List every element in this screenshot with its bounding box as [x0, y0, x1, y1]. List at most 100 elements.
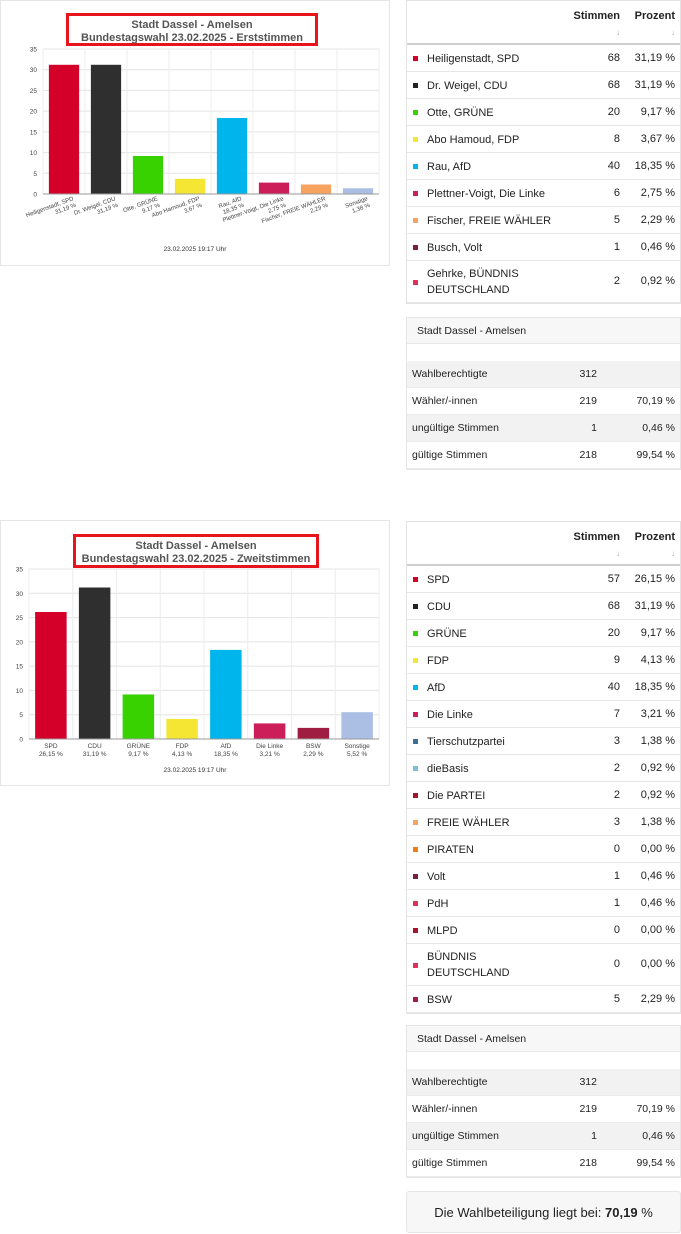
summary-body: Wahlberechtigte 312 Wähler/-innen 219 70,19 …	[407, 361, 680, 469]
y-tick-label: 15	[30, 129, 38, 136]
vote-percent: 2,29 %	[640, 992, 675, 1005]
y-tick-label: 0	[33, 192, 37, 199]
table-row: BSW 5 2,29 %	[407, 986, 680, 1013]
table-row: MLPD 0 0,00 %	[407, 917, 680, 944]
vote-count: 0	[613, 842, 620, 855]
x-category-name: SPD	[44, 743, 58, 750]
summary-row: ungültige Stimmen 1 0,46 %	[407, 415, 680, 442]
summary-percent: 0,46 %	[642, 422, 675, 434]
erststimmen-summary-card: Stadt Dassel - Amelsen Wahlberechtigte 31…	[406, 317, 681, 470]
sort-arrow-icon[interactable]: ↓	[574, 549, 620, 558]
turnout-banner: Die Wahlbeteiligung liegt bei: 70,19 %	[406, 1191, 681, 1233]
table-header: Stimmen ↓ Prozent ↓	[407, 522, 680, 566]
bar	[258, 182, 290, 194]
vote-percent: 0,00 %	[640, 842, 675, 855]
turnout-value: 70,19	[605, 1205, 638, 1220]
party-name: Busch, Volt	[427, 241, 483, 254]
party-name: Dr. Weigel, CDU	[427, 79, 508, 92]
column-header-prozent[interactable]: Prozent ↓	[635, 531, 675, 558]
vote-count: 2	[613, 275, 620, 287]
x-category-name: AfD	[220, 743, 231, 750]
party-color-swatch	[413, 164, 418, 169]
table-row: CDU 68 31,19 %	[407, 593, 680, 620]
bar	[122, 694, 155, 739]
vote-count: 20	[607, 105, 620, 118]
vote-percent: 0,46 %	[640, 240, 675, 253]
erststimmen-chart-card: 0 5 10 15 20 25 30 35 Heiligenstadt, SPD31,19 % D…	[0, 0, 390, 266]
y-tick-label: 35	[16, 567, 24, 574]
sort-arrow-icon[interactable]: ↓	[635, 549, 675, 558]
summary-label: Wahlberechtigte	[412, 368, 488, 380]
vote-percent: 0,92 %	[640, 275, 675, 287]
sort-arrow-icon[interactable]: ↓	[635, 28, 675, 37]
party-color-swatch	[413, 191, 418, 196]
table-row: Die Linke 7 3,21 %	[407, 701, 680, 728]
summary-percent: 99,54 %	[636, 449, 675, 461]
table-row: BÜNDNIS DEUTSCHLAND 0 0,00 %	[407, 944, 680, 986]
summary-label: gültige Stimmen	[412, 449, 488, 461]
party-name: Heiligenstadt, SPD	[427, 52, 520, 65]
x-category-percent: 5,52 %	[347, 751, 367, 758]
summary-value: 312	[579, 1076, 597, 1088]
bar	[216, 117, 248, 194]
chart-timestamp: 23.02.2025 19:17 Uhr	[163, 246, 227, 253]
party-color-swatch	[413, 874, 418, 879]
party-name: Die Linke	[427, 708, 473, 721]
vote-percent: 0,00 %	[640, 923, 675, 936]
summary-value: 219	[579, 1103, 597, 1115]
party-name: GRÜNE	[427, 627, 467, 640]
vote-count: 1	[613, 869, 620, 882]
table-row: GRÜNE 20 9,17 %	[407, 620, 680, 647]
party-name: Rau, AfD	[427, 160, 472, 173]
column-header-stimmen[interactable]: Stimmen ↓	[574, 10, 620, 37]
summary-label: ungültige Stimmen	[412, 1130, 499, 1142]
vote-percent: 31,19 %	[634, 78, 675, 91]
chart-timestamp: 23.02.2025 19:17 Uhr	[163, 767, 227, 774]
x-category-percent: 9,17 %	[128, 751, 148, 758]
column-header-stimmen[interactable]: Stimmen ↓	[574, 531, 620, 558]
party-name: Plettner-Voigt, Die Linke	[427, 187, 546, 200]
party-name: PdH	[427, 897, 449, 910]
y-tick-label: 0	[19, 737, 23, 744]
party-color-swatch	[413, 577, 418, 582]
table-row: FREIE WÄHLER 3 1,38 %	[407, 809, 680, 836]
vote-count: 1	[613, 240, 620, 253]
table-row: Gehrke, BÜNDNIS DEUTSCHLAND 2 0,92 %	[407, 261, 680, 303]
x-category-name: BSW	[306, 743, 322, 750]
party-color-swatch	[413, 928, 418, 933]
y-tick-label: 30	[16, 591, 24, 598]
summary-row: Wahlberechtigte 312	[407, 361, 680, 388]
vote-count: 0	[613, 923, 620, 936]
x-category-percent: 26,15 %	[39, 751, 63, 758]
vote-count: 68	[607, 599, 620, 612]
summary-row: Wähler/-innen 219 70,19 %	[407, 1096, 680, 1123]
vote-count: 40	[607, 680, 620, 693]
party-name: FREIE WÄHLER	[427, 816, 510, 829]
summary-spacer	[407, 1052, 680, 1069]
table-row: Die PARTEI 2 0,92 %	[407, 782, 680, 809]
vote-percent: 26,15 %	[634, 572, 675, 585]
y-tick-label: 20	[16, 639, 24, 646]
vote-percent: 0,46 %	[640, 869, 675, 882]
party-color-swatch	[413, 658, 418, 663]
vote-count: 0	[613, 958, 620, 970]
table-row: dieBasis 2 0,92 %	[407, 755, 680, 782]
bar	[90, 64, 122, 194]
x-category-name: GRÜNE	[127, 742, 151, 750]
y-tick-label: 5	[19, 712, 23, 719]
zweitstimmen-chart-title: Stadt Dassel - Amelsen Bundestagswahl 23…	[73, 534, 319, 568]
sort-arrow-icon[interactable]: ↓	[574, 28, 620, 37]
x-category-name: Die Linke	[256, 743, 283, 750]
bar	[210, 649, 242, 739]
erststimmen-chart-title: Stadt Dassel - Amelsen Bundestagswahl 23…	[66, 13, 318, 46]
vote-count: 1	[613, 896, 620, 909]
column-header-prozent[interactable]: Prozent ↓	[635, 10, 675, 37]
table-row: Busch, Volt 1 0,46 %	[407, 234, 680, 261]
x-category-percent: 2,29 %	[303, 751, 323, 758]
vote-percent: 0,46 %	[640, 896, 675, 909]
summary-row: Wahlberechtigte 312	[407, 1069, 680, 1096]
vote-count: 2	[613, 761, 620, 774]
party-name: SPD	[427, 573, 450, 586]
summary-value: 1	[591, 1130, 597, 1142]
vote-percent: 31,19 %	[634, 51, 675, 64]
